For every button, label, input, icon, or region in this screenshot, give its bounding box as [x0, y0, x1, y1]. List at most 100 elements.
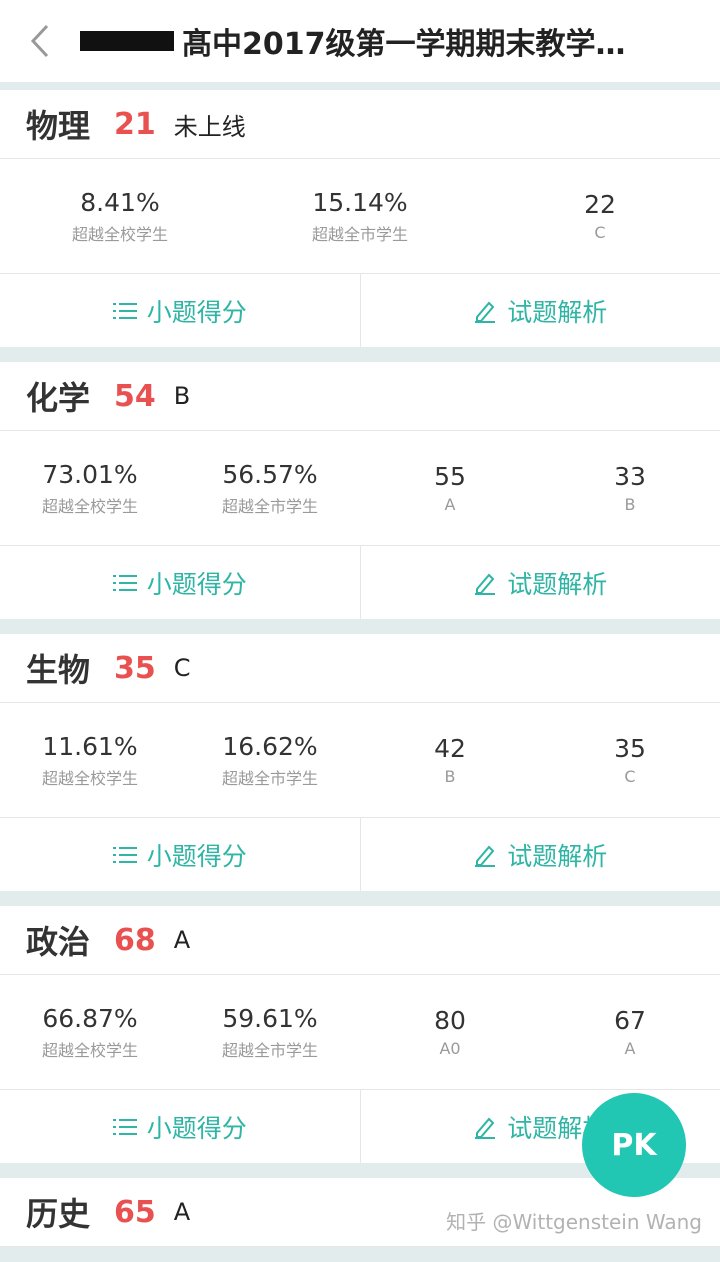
subject-score: 68 [114, 923, 156, 958]
subject-score: 21 [114, 107, 156, 142]
stat-city: 15.14% 超越全市学生 [240, 188, 480, 245]
stat-value: 42 [434, 734, 466, 763]
subject-grade: B [174, 382, 190, 410]
actions-row: 小题得分 试题解析 [0, 546, 720, 619]
subject-grade: A [174, 1198, 190, 1226]
stat-school: 66.87% 超越全校学生 [0, 1004, 180, 1061]
pk-button[interactable]: PK [582, 1093, 686, 1197]
subject-name: 历史 [26, 1189, 90, 1235]
stat-label: A [445, 495, 456, 514]
stat-value: 8.41% [80, 188, 159, 217]
subject-name: 政治 [26, 917, 90, 963]
stat-label: A0 [439, 1039, 460, 1058]
stat-score-grade: 35 C [540, 734, 720, 786]
subject-name: 化学 [26, 373, 90, 419]
subject-grade: C [174, 654, 191, 682]
subject-score: 54 [114, 379, 156, 414]
question-analysis-button[interactable]: 试题解析 [360, 818, 720, 891]
stat-score-grade: 22 C [480, 190, 720, 242]
stat-school: 8.41% 超越全校学生 [0, 188, 240, 245]
stat-score-grade: 55 A [360, 462, 540, 514]
question-scores-button[interactable]: 小题得分 [0, 546, 360, 619]
subject-name: 物理 [26, 101, 90, 147]
stats-row: 66.87% 超越全校学生 59.61% 超越全市学生 80 A0 67 A [0, 975, 720, 1090]
stat-value: 80 [434, 1006, 466, 1035]
stat-value: 59.61% [222, 1004, 317, 1033]
stat-label: 超越全校学生 [42, 1037, 138, 1061]
stat-value: 56.57% [222, 460, 317, 489]
stat-value: 67 [614, 1006, 646, 1035]
stat-value: 11.61% [42, 732, 137, 761]
stat-value: 15.14% [312, 188, 407, 217]
stat-label: 超越全市学生 [222, 493, 318, 517]
subject-header: 政治 68 A [0, 906, 720, 975]
subject-header: 物理 21 未上线 [0, 90, 720, 159]
title-area: 髙中2017级第一学期期末教学… [80, 19, 640, 63]
pencil-icon [473, 299, 497, 323]
subject-header: 化学 54 B [0, 362, 720, 431]
question-analysis-label: 试题解析 [507, 837, 607, 873]
question-scores-label: 小题得分 [147, 1109, 247, 1145]
stat-label: 超越全校学生 [42, 765, 138, 789]
stat-city: 59.61% 超越全市学生 [180, 1004, 360, 1061]
stat-score-grade: 67 A [540, 1006, 720, 1058]
stats-row: 8.41% 超越全校学生 15.14% 超越全市学生 22 C [0, 159, 720, 274]
stat-score-grade: 33 B [540, 462, 720, 514]
list-icon [113, 573, 137, 593]
stat-value: 66.87% [42, 1004, 137, 1033]
stats-row: 11.61% 超越全校学生 16.62% 超越全市学生 42 B 35 C [0, 703, 720, 818]
question-scores-label: 小题得分 [147, 837, 247, 873]
subject-score: 35 [114, 651, 156, 686]
stat-value: 55 [434, 462, 466, 491]
actions-row: 小题得分 试题解析 [0, 818, 720, 891]
stat-label: 超越全市学生 [222, 1037, 318, 1061]
subject-score: 65 [114, 1195, 156, 1230]
stats-row: 73.01% 超越全校学生 56.57% 超越全市学生 55 A 33 B [0, 431, 720, 546]
subject-header: 生物 35 C [0, 634, 720, 703]
question-scores-label: 小题得分 [147, 293, 247, 329]
top-bar: 髙中2017级第一学期期末教学… [0, 0, 720, 82]
stat-label: 超越全市学生 [222, 765, 318, 789]
pencil-icon [473, 1115, 497, 1139]
actions-row: 小题得分 试题解析 [0, 274, 720, 347]
stat-score-grade: 42 B [360, 734, 540, 786]
stat-label: C [624, 767, 635, 786]
subject-grade: 未上线 [174, 107, 246, 142]
question-analysis-button[interactable]: 试题解析 [360, 274, 720, 347]
subject-name: 生物 [26, 645, 90, 691]
question-analysis-label: 试题解析 [507, 293, 607, 329]
stat-value: 22 [584, 190, 616, 219]
stat-school: 11.61% 超越全校学生 [0, 732, 180, 789]
stat-label: A [625, 1039, 636, 1058]
subject-card-biology: 生物 35 C 11.61% 超越全校学生 16.62% 超越全市学生 42 B… [0, 634, 720, 891]
stat-city: 56.57% 超越全市学生 [180, 460, 360, 517]
stat-label: B [445, 767, 456, 786]
stat-label: B [625, 495, 636, 514]
list-icon [113, 1117, 137, 1137]
question-analysis-button[interactable]: 试题解析 [360, 546, 720, 619]
subject-list: 物理 21 未上线 8.41% 超越全校学生 15.14% 超越全市学生 22 … [0, 90, 720, 1262]
pencil-icon [473, 571, 497, 595]
question-scores-label: 小题得分 [147, 565, 247, 601]
stat-label: C [594, 223, 605, 242]
list-icon [113, 845, 137, 865]
stat-value: 16.62% [222, 732, 317, 761]
page-title: 髙中2017级第一学期期末教学… [182, 19, 626, 63]
chevron-left-icon [29, 23, 51, 59]
subject-card-chemistry: 化学 54 B 73.01% 超越全校学生 56.57% 超越全市学生 55 A… [0, 362, 720, 619]
question-analysis-label: 试题解析 [507, 565, 607, 601]
stat-label: 超越全市学生 [312, 221, 408, 245]
back-button[interactable] [0, 0, 80, 82]
question-scores-button[interactable]: 小题得分 [0, 274, 360, 347]
stat-score-grade: 80 A0 [360, 1006, 540, 1058]
question-scores-button[interactable]: 小题得分 [0, 818, 360, 891]
question-scores-button[interactable]: 小题得分 [0, 1090, 360, 1163]
watermark: 知乎 @Wittgenstein Wang [446, 1206, 702, 1235]
stat-school: 73.01% 超越全校学生 [0, 460, 180, 517]
redaction-bar [80, 31, 174, 51]
pencil-icon [473, 843, 497, 867]
stat-label: 超越全校学生 [72, 221, 168, 245]
subject-grade: A [174, 926, 190, 954]
stat-city: 16.62% 超越全市学生 [180, 732, 360, 789]
subject-card-physics: 物理 21 未上线 8.41% 超越全校学生 15.14% 超越全市学生 22 … [0, 90, 720, 347]
